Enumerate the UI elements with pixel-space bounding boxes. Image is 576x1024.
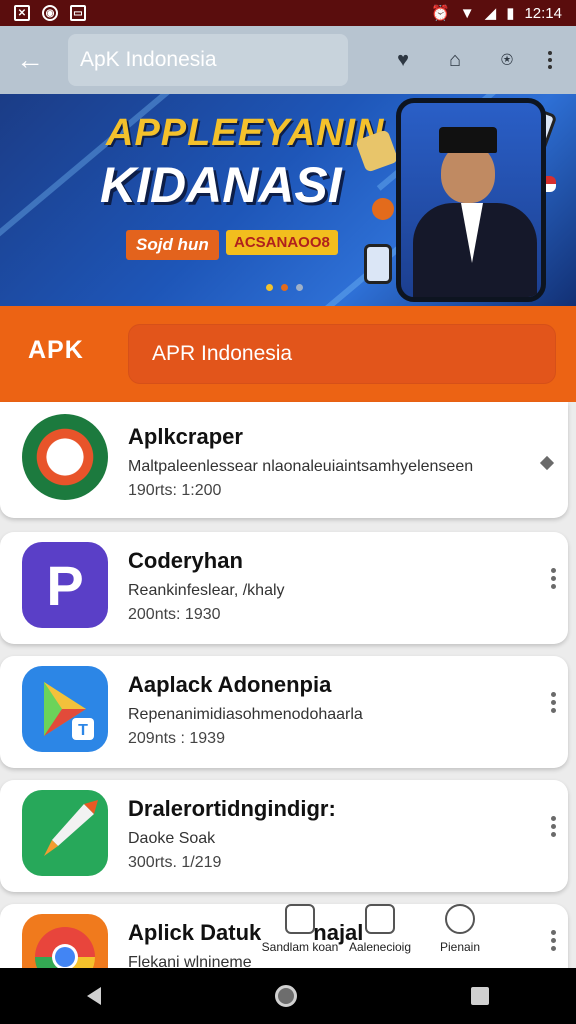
- more-icon[interactable]: [551, 816, 556, 837]
- app-name: Aplkcraper: [128, 424, 243, 449]
- signal-icon: ◢: [484, 5, 497, 22]
- battery-icon: ▮: [506, 5, 515, 22]
- brand-bar: APK APR Indonesia: [0, 306, 576, 402]
- apk-logo: APK: [28, 336, 84, 364]
- action-label: Aalenecioig: [348, 940, 412, 954]
- alarm-icon: ⏰: [431, 5, 450, 22]
- pin-icon: [445, 904, 475, 934]
- app-meta: 300rts. 1/219: [128, 854, 222, 871]
- app-icon[interactable]: P: [22, 542, 108, 628]
- app-description: Daoke Soak: [128, 830, 216, 847]
- app-meta: 200nts: 1930: [128, 606, 221, 623]
- list-item[interactable]: P Coderyhan Reankinfeslear, /khaly 200nt…: [0, 526, 576, 650]
- list-item[interactable]: Aplkcraper Maltpaleenlessear nlaonaleuia…: [0, 402, 576, 526]
- list-item[interactable]: T Aaplack Adonenpia Repenanimidiasohmeno…: [0, 650, 576, 774]
- mini-phone-icon: [364, 244, 392, 284]
- rocket-icon: [44, 800, 98, 856]
- more-icon[interactable]: [551, 568, 556, 589]
- app-name: Aaplack Adonenpia: [128, 672, 332, 697]
- banner-tag-2: ACSANAOO8: [226, 230, 338, 255]
- back-arrow-icon[interactable]: ←: [0, 44, 60, 76]
- app-icon[interactable]: [22, 790, 108, 876]
- store-icon[interactable]: ⌂: [444, 49, 466, 71]
- more-icon[interactable]: [551, 692, 556, 713]
- app-name: Dralerortidngindigr:: [128, 796, 336, 821]
- action-share[interactable]: Sandlam koan: [260, 904, 340, 968]
- status-bar: ✕ ◉ ▭ ⏰ ▼ ◢ ▮ 12:14: [0, 0, 576, 26]
- play-triangle-icon: T: [44, 682, 94, 740]
- carousel-dots[interactable]: [266, 284, 303, 291]
- brand-name-field[interactable]: APR Indonesia: [128, 324, 556, 384]
- promo-banner[interactable]: APPLEEYANIN KIDANASI Sojd hun ACSANAOO8: [0, 94, 576, 306]
- app-description: Reankinfeslear, /khaly: [128, 582, 285, 599]
- home-icon[interactable]: [275, 985, 297, 1007]
- action-pin[interactable]: Pienain: [420, 904, 500, 968]
- app-name: Coderyhan: [128, 548, 243, 573]
- banner-title-line1: APPLEEYANIN: [106, 112, 385, 154]
- app-meta: 209nts : 1939: [128, 730, 225, 747]
- banner-title-line2: KIDANASI: [100, 157, 342, 213]
- person-cap: [439, 127, 497, 153]
- x-box-icon: ✕: [14, 5, 30, 21]
- app-meta: 190rts: 1:200: [128, 482, 222, 499]
- phone-image: [396, 98, 546, 302]
- action-label: Pienain: [439, 940, 481, 954]
- app-description: Repenanimidiasohmenodohaarla: [128, 706, 363, 723]
- system-nav-bar: [0, 968, 576, 1024]
- status-time: 12:14: [524, 4, 562, 22]
- image-icon: ▭: [70, 5, 86, 21]
- back-icon[interactable]: [87, 987, 101, 1005]
- app-title[interactable]: ApK Indonesia: [68, 34, 348, 86]
- heart-icon[interactable]: ♥: [392, 49, 414, 71]
- app-bar: ← ApK Indonesia ♥ ⌂ ⍟: [0, 26, 576, 94]
- app-icon[interactable]: [22, 414, 108, 500]
- coin-icon: [372, 198, 394, 220]
- app-description: Maltpaleenlessear nlaonaleuiaintsamhyele…: [128, 458, 474, 475]
- recents-icon[interactable]: [471, 987, 489, 1005]
- list-item[interactable]: Dralerortidngindigr: Daoke Soak 300rts. …: [0, 774, 576, 898]
- notification-icon[interactable]: ⍟: [496, 49, 518, 71]
- camera-icon: ◉: [42, 5, 58, 21]
- wifi-icon: ▼: [459, 4, 475, 22]
- more-icon[interactable]: [548, 51, 552, 69]
- quick-actions: Sandlam koan Aalenecioig Pienain: [260, 904, 576, 968]
- document-icon: [365, 904, 395, 934]
- share-icon: [285, 904, 315, 934]
- banner-tag-1: Sojd hun: [126, 230, 219, 260]
- svg-text:T: T: [78, 722, 88, 739]
- action-save[interactable]: Aalenecioig: [340, 904, 420, 968]
- app-icon[interactable]: T: [22, 666, 108, 752]
- action-label: Sandlam koan: [261, 940, 339, 954]
